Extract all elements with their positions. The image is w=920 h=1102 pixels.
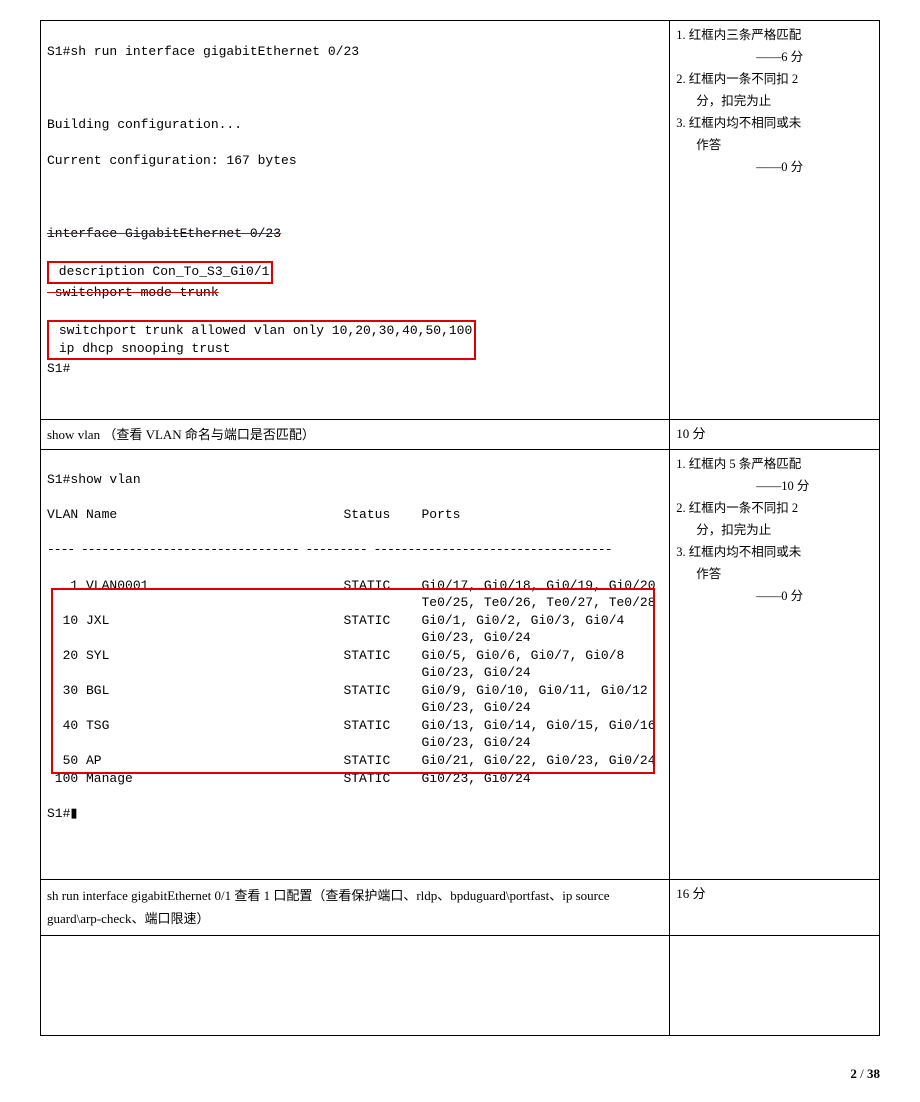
desc-line: description Con_To_S3_Gi0/1 bbox=[47, 261, 273, 283]
page-footer: 2 / 38 bbox=[40, 1066, 880, 1082]
criteria-1-score: ——10 分 bbox=[676, 476, 873, 496]
terminal-output-1: S1#sh run interface gigabitEthernet 0/23… bbox=[47, 25, 663, 415]
criteria-3-score: ——0 分 bbox=[676, 157, 873, 177]
section3-output bbox=[41, 935, 670, 1035]
dash-line: ---- -------------------------------- --… bbox=[47, 541, 663, 559]
iface-line: interface GigabitEthernet 0/23 bbox=[47, 225, 663, 243]
section3-criteria bbox=[670, 935, 880, 1035]
building-line: Building configuration... bbox=[47, 116, 663, 134]
section1-output: S1#sh run interface gigabitEthernet 0/23… bbox=[41, 21, 670, 420]
criteria-3-score: ——0 分 bbox=[676, 586, 873, 606]
criteria-3b: 作答 bbox=[676, 564, 873, 584]
vlan-end-prompt: S1#▮ bbox=[47, 805, 663, 823]
section3-score: 16 分 bbox=[670, 879, 880, 935]
criteria-2a: 2. 红框内一条不同扣 2 bbox=[676, 69, 873, 89]
section2-criteria: 1. 红框内 5 条严格匹配 ——10 分 2. 红框内一条不同扣 2 分，扣完… bbox=[670, 449, 880, 879]
page-total: 38 bbox=[867, 1066, 880, 1081]
criteria-3b: 作答 bbox=[676, 135, 873, 155]
criteria-2a: 2. 红框内一条不同扣 2 bbox=[676, 498, 873, 518]
criteria-2b: 分，扣完为止 bbox=[676, 520, 873, 540]
section2-score: 10 分 bbox=[670, 419, 880, 449]
section1-criteria: 1. 红框内三条严格匹配 ——6 分 2. 红框内一条不同扣 2 分，扣完为止 … bbox=[670, 21, 880, 420]
trunk-dhcp-box: switchport trunk allowed vlan only 10,20… bbox=[47, 320, 476, 360]
criteria-1-score: ——6 分 bbox=[676, 47, 873, 67]
criteria-1: 1. 红框内 5 条严格匹配 bbox=[676, 454, 873, 474]
vlan-cmd: S1#show vlan bbox=[47, 471, 663, 489]
mode-line: switchport mode trunk bbox=[47, 284, 663, 302]
section3-desc: sh run interface gigabitEthernet 0/1 查看 … bbox=[41, 879, 670, 935]
section2-desc: show vlan （查看 VLAN 命名与端口是否匹配） bbox=[41, 419, 670, 449]
criteria-3a: 3. 红框内均不相同或未 bbox=[676, 113, 873, 133]
cmd: S1#sh run interface gigabitEthernet 0/23 bbox=[47, 43, 663, 61]
page-sep: / bbox=[857, 1066, 867, 1081]
criteria-1: 1. 红框内三条严格匹配 bbox=[676, 25, 873, 45]
criteria-2b: 分，扣完为止 bbox=[676, 91, 873, 111]
section2-output: S1#show vlan VLAN Name Status Ports ----… bbox=[41, 449, 670, 879]
terminal-output-2: S1#show vlan VLAN Name Status Ports ----… bbox=[47, 454, 663, 875]
end-prompt: S1# bbox=[47, 360, 663, 378]
criteria-3a: 3. 红框内均不相同或未 bbox=[676, 542, 873, 562]
vlan-header: VLAN Name Status Ports bbox=[47, 506, 663, 524]
grading-table: S1#sh run interface gigabitEthernet 0/23… bbox=[40, 20, 880, 1036]
current-line: Current configuration: 167 bytes bbox=[47, 152, 663, 170]
vlan-highlight-box bbox=[51, 588, 655, 773]
